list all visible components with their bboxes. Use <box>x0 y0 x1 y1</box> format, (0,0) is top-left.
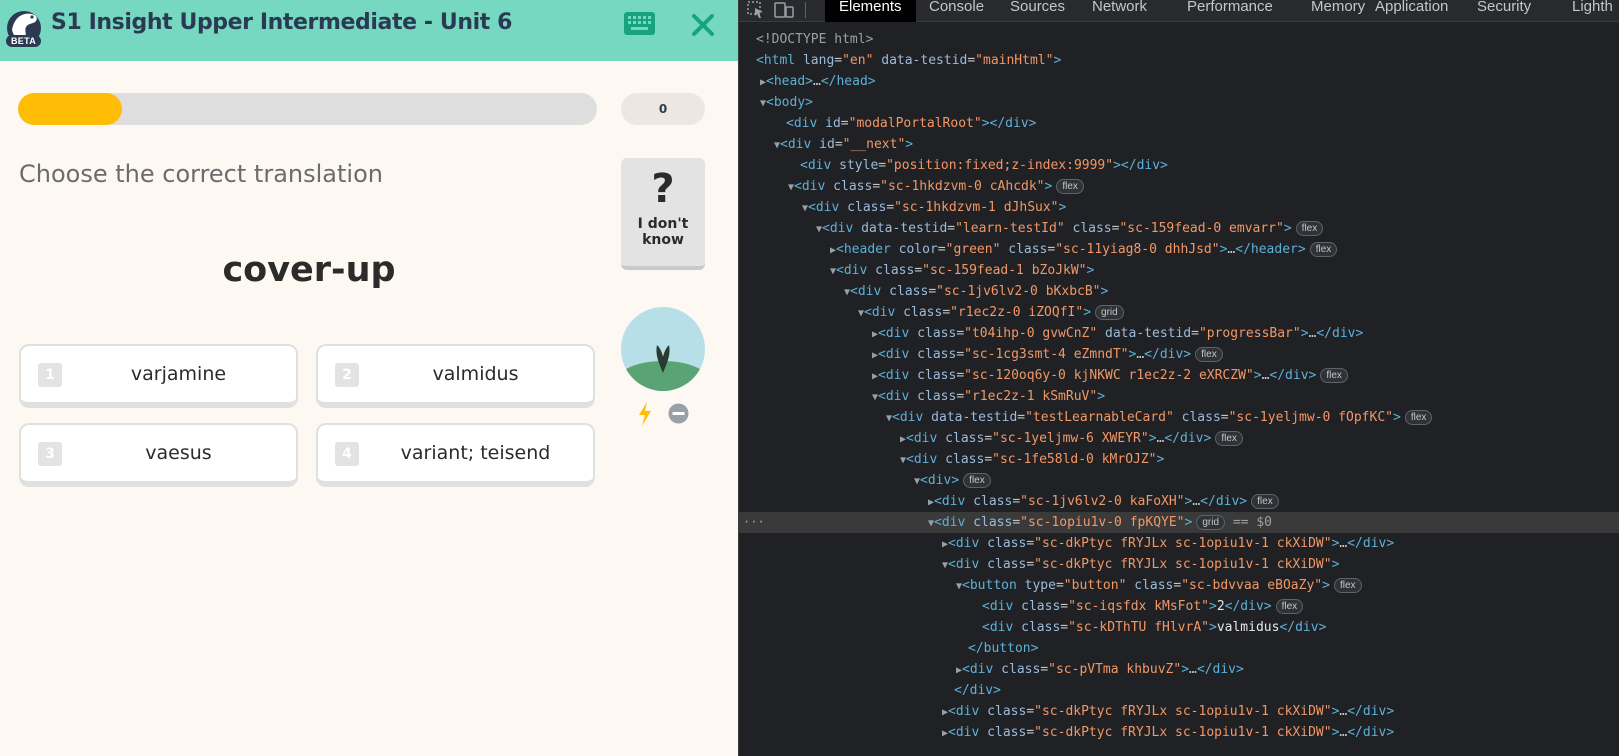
dom-node[interactable]: ▶<div class="sc-pVTma khbuvZ">…</div> <box>739 659 1619 680</box>
dont-know-label: I don't know <box>637 216 689 248</box>
tab-network[interactable]: Network <box>1092 0 1147 22</box>
minus-circle-icon[interactable] <box>668 403 689 424</box>
dom-node[interactable]: <!DOCTYPE html> <box>739 29 1619 50</box>
dom-node[interactable]: </div> <box>739 680 1619 701</box>
dom-node[interactable]: <html lang="en" data-testid="mainHtml"> <box>739 50 1619 71</box>
dom-node[interactable]: ▼<div class="sc-dkPtyc fRYJLx sc-1opiu1v… <box>739 554 1619 575</box>
dom-node[interactable]: <div id="modalPortalRoot"></div> <box>739 113 1619 134</box>
toolbar-divider <box>805 2 806 18</box>
dom-node[interactable]: ▼<div class="sc-1jv6lv2-0 bKxbcB"> <box>739 281 1619 302</box>
tab-lighthouse[interactable]: Lighth <box>1572 0 1613 22</box>
choice-label: varjamine <box>130 363 227 385</box>
answer-choice-4[interactable]: 4 variant; teisend <box>316 423 595 487</box>
tab-memory[interactable]: Memory <box>1311 0 1365 22</box>
dom-node[interactable]: ▼<div class="sc-1hkdzvm-0 cAhcdk"> flex <box>739 176 1619 197</box>
close-icon[interactable] <box>690 12 716 38</box>
answer-choice-3[interactable]: 3 vaesus <box>19 423 298 487</box>
lightning-bolt-icon <box>639 402 651 426</box>
dom-node[interactable]: <div class="sc-iqsfdx kMsFot">2</div> fle… <box>739 596 1619 617</box>
course-title: S1 Insight Upper Intermediate - Unit 6 <box>51 10 513 35</box>
progress-bar-fill <box>18 93 123 125</box>
progress-bar <box>18 93 597 125</box>
dom-node[interactable]: ▼<div class="sc-1fe58ld-0 kMrOJZ"> <box>739 449 1619 470</box>
dom-node[interactable]: ▼<div data-testid="learn-testId" class="… <box>739 218 1619 239</box>
dom-node[interactable]: ▼<button type="button" class="sc-bdvvaa … <box>739 575 1619 596</box>
devtools-tabbar: Elements Console Sources Network Perform… <box>739 0 1619 22</box>
dom-node[interactable]: ▶<div class="sc-dkPtyc fRYJLx sc-1opiu1v… <box>739 722 1619 743</box>
beta-badge: BETA <box>6 35 42 47</box>
dom-node[interactable]: </button> <box>739 638 1619 659</box>
app-header: BETA S1 Insight Upper Intermediate - Uni… <box>0 0 738 61</box>
dom-node[interactable]: ▶<div class="sc-1cg3smt-4 eZmndT">…</div… <box>739 344 1619 365</box>
dom-node[interactable]: ▶<div class="sc-1yeljmw-6 XWEYR">…</div>… <box>739 428 1619 449</box>
dom-node[interactable]: ▶<head>…</head> <box>739 71 1619 92</box>
answer-choice-2[interactable]: 2 valmidus <box>316 344 595 408</box>
dom-node[interactable]: ▶<div class="sc-dkPtyc fRYJLx sc-1opiu1v… <box>739 701 1619 722</box>
selected-node-marker: == $0 <box>1232 515 1272 530</box>
dom-node[interactable]: ▼<div class="r1ec2z-1 kSmRuV"> <box>739 386 1619 407</box>
tab-security[interactable]: Security <box>1477 0 1531 22</box>
inspect-element-icon[interactable] <box>745 0 767 20</box>
devtools-panel: Elements Console Sources Network Perform… <box>738 0 1619 756</box>
dont-know-button[interactable]: ? I don't know <box>621 158 705 270</box>
dom-node[interactable]: ▶<div class="sc-1jv6lv2-0 kaFoXH">…</div… <box>739 491 1619 512</box>
choice-number: 1 <box>38 363 62 387</box>
choice-number: 2 <box>335 363 359 387</box>
tab-console[interactable]: Console <box>929 0 984 22</box>
dom-node[interactable]: ▼<div data-testid="testLearnableCard" cl… <box>739 407 1619 428</box>
learning-app: BETA S1 Insight Upper Intermediate - Uni… <box>0 0 738 756</box>
choice-label: variant; teisend <box>400 442 551 464</box>
dom-node[interactable]: <div style="position:fixed;z-index:9999"… <box>739 155 1619 176</box>
dom-node[interactable]: ▶<div class="sc-120oq6y-0 kjNKWC r1ec2z-… <box>739 365 1619 386</box>
choice-label: vaesus <box>145 442 212 464</box>
plant-sprout-avatar <box>621 307 705 391</box>
keyboard-icon[interactable] <box>624 12 655 35</box>
dom-node[interactable]: ▶<div class="t04ihp-0 gvwCnZ" data-testi… <box>739 323 1619 344</box>
dom-node[interactable]: ▼<div> flex <box>739 470 1619 491</box>
dom-node[interactable]: <div class="sc-kDThTU fHlvrA">valmidus</… <box>739 617 1619 638</box>
dom-node[interactable]: ▼<div class="r1ec2z-0 iZOQfI"> grid <box>739 302 1619 323</box>
dom-node[interactable]: ▼<div class="sc-159fead-1 bZoJkW"> <box>739 260 1619 281</box>
score-counter: 0 <box>621 93 705 125</box>
question-mark-icon: ? <box>651 166 675 212</box>
dom-node-selected[interactable]: ··· ▼<div class="sc-1opiu1v-0 fpKQYE"> gri… <box>739 512 1619 533</box>
tab-performance[interactable]: Performance <box>1187 0 1273 22</box>
dom-node[interactable]: ▶<div class="sc-dkPtyc fRYJLx sc-1opiu1v… <box>739 533 1619 554</box>
choice-number: 4 <box>335 442 359 466</box>
choice-number: 3 <box>38 442 62 466</box>
tab-sources[interactable]: Sources <box>1010 0 1065 22</box>
choice-label: valmidus <box>432 363 519 385</box>
dom-node[interactable]: ▼<div class="sc-1hkdzvm-1 dJhSux"> <box>739 197 1619 218</box>
answer-choice-1[interactable]: 1 varjamine <box>19 344 298 408</box>
tab-elements[interactable]: Elements <box>825 0 916 22</box>
dom-node[interactable]: ▼<div id="__next"> <box>739 134 1619 155</box>
tab-application[interactable]: Application <box>1375 0 1448 22</box>
dom-node[interactable]: ▼<body> <box>739 92 1619 113</box>
dom-node[interactable]: ▶<header color="green" class="sc-11yiag8… <box>739 239 1619 260</box>
device-toolbar-icon[interactable] <box>773 0 795 20</box>
test-word: cover-up <box>222 250 396 290</box>
question-prompt: Choose the correct translation <box>19 160 383 188</box>
